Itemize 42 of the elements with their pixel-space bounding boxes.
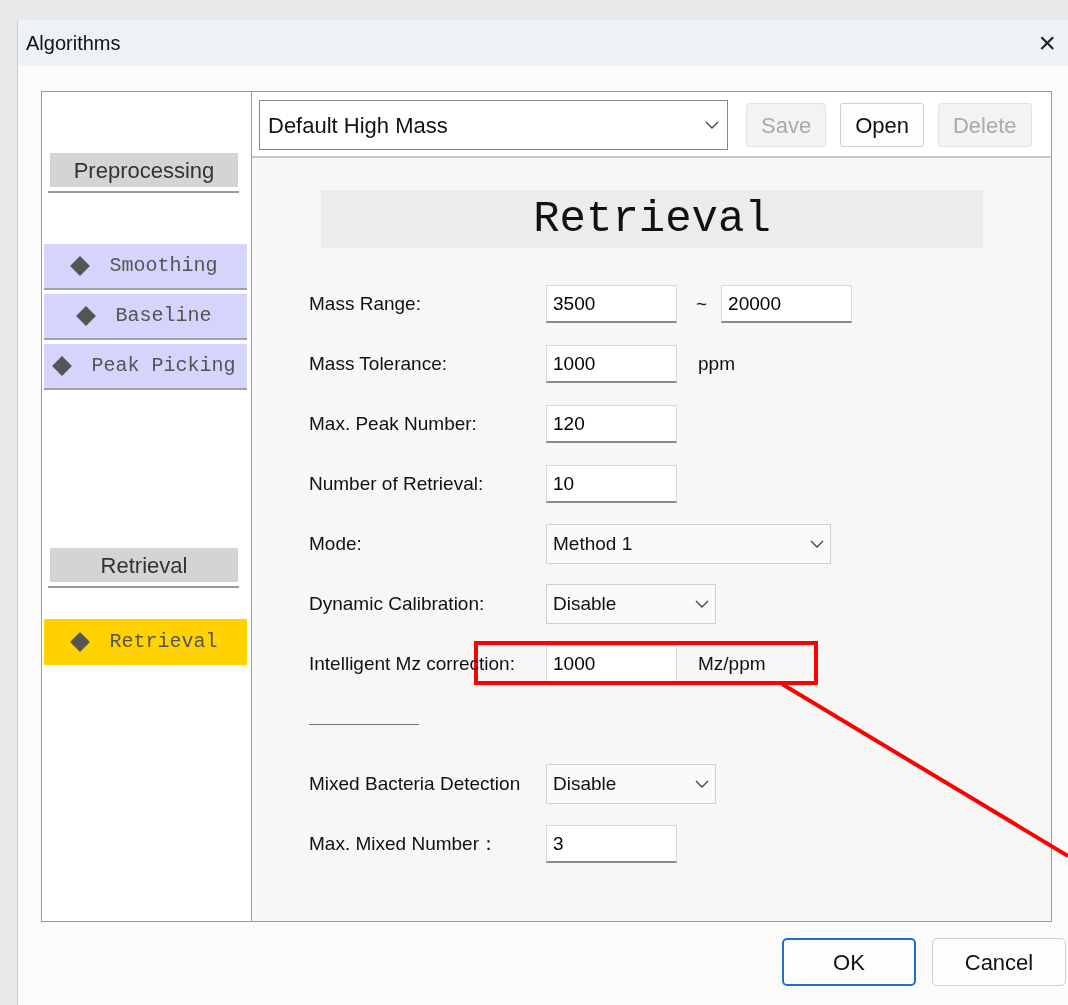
input-field[interactable]: 1000 bbox=[546, 345, 677, 383]
chevron-down-icon bbox=[695, 779, 709, 789]
input-field[interactable]: 3500 bbox=[546, 285, 677, 323]
close-button[interactable]: × bbox=[1034, 28, 1060, 58]
toolbar-button[interactable]: Open bbox=[840, 103, 924, 147]
chevron-down-icon bbox=[810, 539, 824, 549]
field-label: Dynamic Calibration: bbox=[309, 591, 486, 616]
field-label: Mixed Bacteria Detection bbox=[309, 771, 522, 796]
field-label: Mass Tolerance: bbox=[309, 351, 448, 376]
input-field[interactable]: 3 bbox=[546, 825, 677, 863]
section-header: Preprocessing bbox=[50, 153, 238, 187]
dropdown[interactable]: Method 1 bbox=[546, 524, 831, 564]
input-field[interactable]: 20000 bbox=[721, 285, 853, 323]
field-label: Max. Peak Number: bbox=[309, 411, 478, 436]
chevron-down-icon bbox=[705, 120, 719, 130]
sidebar-item-label: Smoothing bbox=[109, 253, 218, 279]
input-field[interactable]: 1000 bbox=[546, 645, 677, 683]
dropdown[interactable]: Disable bbox=[546, 764, 716, 804]
sidebar-item-label: Baseline bbox=[115, 303, 212, 329]
chevron-down-icon bbox=[695, 599, 709, 609]
sidebar-item-label: Retrieval bbox=[109, 629, 218, 655]
section-header: Retrieval bbox=[50, 548, 238, 582]
dropdown[interactable]: Disable bbox=[546, 584, 716, 624]
sidebar-item[interactable]: Baseline bbox=[44, 294, 247, 340]
field-label: Max. Mixed Number： bbox=[309, 831, 499, 856]
field-label: Mode: bbox=[309, 531, 363, 556]
section-heading: Retrieval bbox=[321, 190, 983, 248]
field-label: Mass Range: bbox=[309, 291, 422, 316]
dialog-button[interactable]: Cancel bbox=[932, 938, 1066, 986]
window-title: Algorithms bbox=[26, 31, 121, 56]
field-label: Number of Retrieval: bbox=[309, 471, 485, 496]
sidebar-item[interactable]: Smoothing bbox=[44, 244, 247, 290]
input-field[interactable]: 10 bbox=[546, 465, 677, 503]
unit-label: Mz/ppm bbox=[698, 651, 766, 676]
range-separator: ~ bbox=[696, 291, 708, 316]
input-field[interactable]: 120 bbox=[546, 405, 677, 443]
unit-label: ppm bbox=[698, 351, 735, 376]
sidebar-item[interactable]: Peak Picking bbox=[44, 344, 247, 390]
preset-dropdown[interactable]: Default High Mass bbox=[259, 100, 728, 150]
sidebar-item[interactable]: Retrieval bbox=[44, 619, 247, 665]
dialog-button[interactable]: OK bbox=[782, 938, 916, 986]
sidebar-item-label: Peak Picking bbox=[91, 353, 236, 379]
